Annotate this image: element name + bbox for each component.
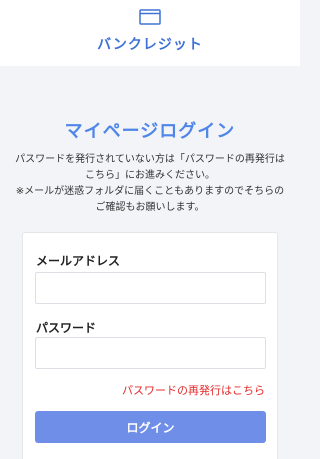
email-label: メールアドレス (36, 254, 121, 268)
notice-line: ご確認もお願いします。 (95, 202, 205, 213)
card-icon (139, 9, 161, 25)
login-notice: パスワードを発行されていない方は「パスワードの再発行は こちら」にお進みください… (10, 152, 290, 216)
brand-logo-text[interactable]: バンクレジット (0, 34, 300, 54)
password-reissue-link[interactable]: パスワードの再発行はこちら (122, 382, 265, 398)
login-form-card: メールアドレス パスワード パスワードの再発行はこちら ログイン (22, 232, 278, 459)
password-label: パスワード (36, 321, 97, 335)
site-header: バンクレジット (0, 0, 300, 66)
page-title: マイページログイン (64, 121, 236, 142)
password-field[interactable] (35, 337, 266, 369)
notice-line: ※メールが迷惑フォルダに届くこともありますのでそちらの (15, 186, 285, 197)
email-field[interactable] (35, 272, 266, 304)
notice-line: パスワードを発行されていない方は「パスワードの再発行は (15, 154, 285, 165)
notice-line: こちら」にお進みください。 (85, 170, 215, 181)
login-button[interactable]: ログイン (35, 411, 266, 443)
